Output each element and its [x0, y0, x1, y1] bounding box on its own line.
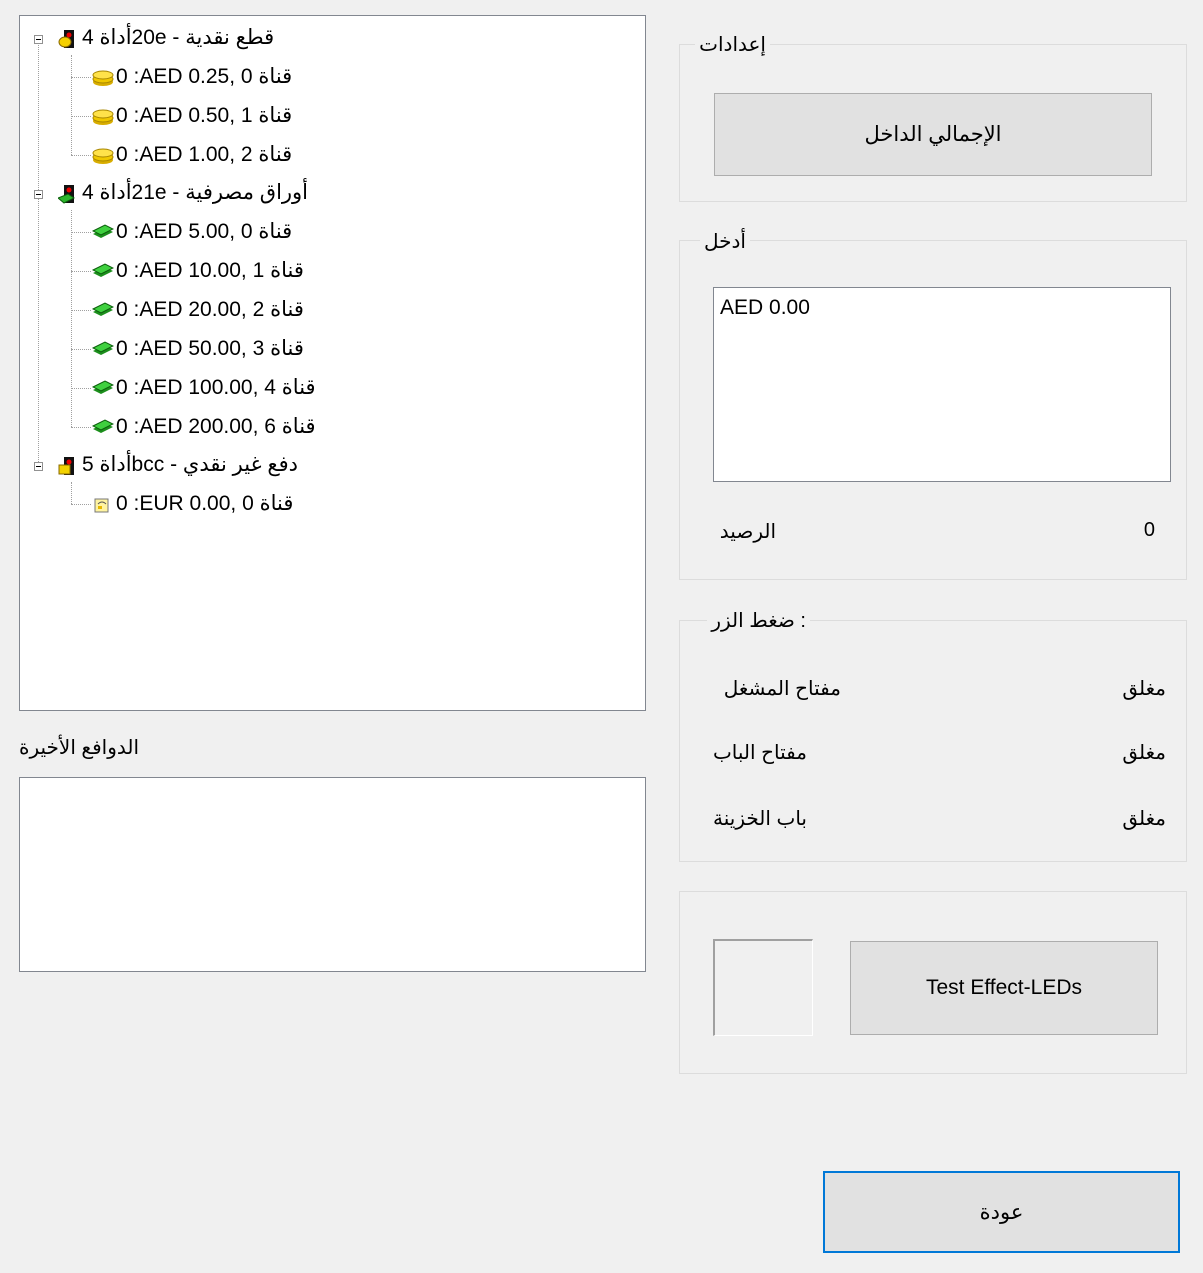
tree-group-cashless[interactable]: دفع غير نقدي - bccأداة 5: [58, 450, 298, 480]
tree-item[interactable]: 0 :AED 0.50, قناة 1: [92, 101, 292, 131]
safe-door-state: مغلق: [1122, 808, 1166, 830]
coin-device-icon: [58, 28, 78, 48]
tree-connector: [71, 77, 91, 78]
settings-group-title: إعدادات: [695, 32, 770, 57]
tree-item[interactable]: 0 :AED 1.00, قناة 2: [92, 140, 292, 170]
tree-group-banknotes[interactable]: أوراق مصرفية - 21eأداة 4: [57, 178, 309, 208]
tree-item[interactable]: 0 :AED 10.00, قناة 1: [91, 256, 304, 286]
tree-group-label: دفع غير نقدي - bccأداة 5: [82, 453, 298, 476]
total-inserted-button[interactable]: الإجمالي الداخل: [714, 93, 1152, 176]
balance-label: الرصيد: [719, 521, 776, 543]
tree-connector: [71, 388, 91, 389]
banknote-device-icon: [57, 183, 78, 204]
tree-connector: [71, 210, 72, 427]
tree-item-label: 0 :AED 200.00, قناة 6: [116, 415, 316, 438]
collapse-toggle-banknotes[interactable]: [34, 190, 43, 199]
recent-impulses-label: الدوافع الأخيرة: [19, 737, 139, 759]
tree-item-label: 0 :EUR 0.00, قناة 0: [116, 492, 294, 515]
banknote-icon: [91, 417, 115, 437]
tree-item-label: 0 :AED 20.00, قناة 2: [116, 298, 304, 321]
balance-value: 0: [1143, 519, 1155, 541]
operator-key-state: مغلق: [1122, 678, 1166, 700]
collapse-toggle-cashless[interactable]: [34, 462, 43, 471]
safe-door-label: باب الخزينة: [713, 808, 807, 830]
banknote-icon: [91, 261, 115, 281]
test-effect-leds-button[interactable]: Test Effect-LEDs: [850, 941, 1158, 1035]
tree-item[interactable]: 0 :AED 0.25, قناة 0: [92, 62, 292, 92]
collapse-toggle-coins[interactable]: [34, 35, 43, 44]
banknote-icon: [91, 222, 115, 242]
tree-item-label: 0 :AED 50.00, قناة 3: [116, 337, 304, 360]
tree-connector: [71, 271, 91, 272]
door-key-label: مفتاح الباب: [712, 742, 807, 764]
banknote-icon: [91, 378, 115, 398]
tree-connector: [38, 40, 39, 466]
tree-item-label: 0 :AED 0.50, قناة 1: [116, 104, 293, 127]
tree-item[interactable]: 0 :EUR 0.00, قناة 0: [92, 489, 293, 519]
recent-impulses-list[interactable]: [19, 777, 646, 972]
tree-connector: [71, 155, 91, 156]
tree-item-label: 0 :AED 100.00, قناة 4: [116, 376, 316, 399]
tree-connector: [71, 504, 91, 505]
back-button[interactable]: عودة: [823, 1171, 1180, 1253]
tree-group-label: أوراق مصرفية - 21eأداة 4: [82, 181, 309, 204]
tree-item[interactable]: 0 :AED 200.00, قناة 6: [91, 412, 316, 442]
tree-connector: [71, 482, 72, 504]
tree-group-label: قطع نقدية - 20eأداة 4: [82, 26, 275, 49]
tree-item[interactable]: 0 :AED 20.00, قناة 2: [91, 295, 304, 325]
banknote-icon: [91, 339, 115, 359]
door-key-state: مغلق: [1122, 742, 1166, 764]
tree-connector: [71, 310, 91, 311]
banknote-icon: [91, 300, 115, 320]
tree-item-label: 0 :AED 1.00, قناة 2: [116, 143, 293, 166]
operator-key-label: مفتاح المشغل: [723, 678, 841, 700]
tree-connector: [71, 116, 91, 117]
coin-icon: [92, 145, 114, 165]
buttons-pressed-group-title: : ضغط الزر: [707, 608, 810, 633]
device-tree[interactable]: قطع نقدية - 20eأداة 4 0 :AED 0.25, قناة …: [19, 15, 646, 711]
coin-icon: [92, 106, 114, 126]
card-icon: [92, 494, 112, 514]
coin-icon: [92, 67, 114, 87]
tree-item[interactable]: 0 :AED 5.00, قناة 0: [91, 217, 293, 247]
cashless-device-icon: [58, 455, 78, 475]
tree-connector: [71, 55, 72, 155]
tree-item-label: 0 :AED 5.00, قناة 0: [116, 220, 293, 243]
input-amount-field[interactable]: AED 0.00: [713, 287, 1171, 482]
tree-connector: [71, 427, 91, 428]
tree-connector: [71, 349, 91, 350]
led-color-indicator: [713, 939, 813, 1036]
tree-item-label: 0 :AED 10.00, قناة 1: [116, 259, 304, 282]
tree-item-label: 0 :AED 0.25, قناة 0: [116, 65, 293, 88]
tree-item[interactable]: 0 :AED 100.00, قناة 4: [91, 373, 316, 403]
tree-group-coins[interactable]: قطع نقدية - 20eأداة 4: [58, 23, 274, 53]
tree-item[interactable]: 0 :AED 50.00, قناة 3: [91, 334, 304, 364]
tree-connector: [71, 232, 91, 233]
input-group-title: أدخل: [700, 229, 750, 254]
